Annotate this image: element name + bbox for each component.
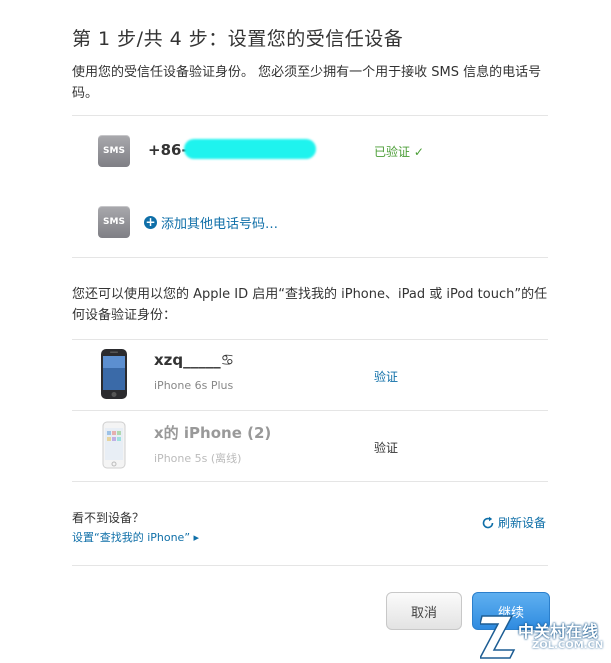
check-icon: ✓ [413, 145, 424, 159]
device-name: x的 iPhone (2) [154, 424, 272, 442]
iphone-icon [102, 421, 126, 469]
intro-text: 使用您的受信任设备验证身份。 您必须至少拥有一个用于接收 SMS 信息的电话号码… [72, 65, 542, 101]
iphone-icon [101, 349, 127, 399]
page-title: 第 1 步/共 4 步：设置您的受信任设备 [72, 28, 404, 50]
watermark-subtext: ZOL.COM.CN [532, 640, 604, 651]
refresh-icon [482, 516, 494, 528]
watermark-text: 中关村在线 [518, 622, 599, 641]
refresh-devices-link[interactable]: 刷新设备 [481, 514, 546, 531]
cant-see-device-text: 看不到设备？ [72, 511, 145, 525]
redaction-mask [184, 139, 316, 159]
divider [72, 565, 548, 566]
cancel-button[interactable]: 取消 [386, 592, 462, 630]
divider [72, 339, 548, 340]
setup-find-my-iphone-link[interactable]: 设置“查找我的 iPhone” ▸ [72, 529, 199, 545]
device-name: xzq_____♋ [154, 351, 235, 369]
sms-icon: SMS [98, 135, 130, 167]
devices-intro-text: 您还可以使用以您的 Apple ID 启用“查找我的 iPhone、iPad 或… [72, 287, 548, 323]
device-model: iPhone 6s Plus [154, 379, 234, 392]
divider [72, 481, 548, 482]
verified-label: 已验证 [374, 145, 411, 159]
divider [72, 410, 548, 411]
device-model: iPhone 5s (离线) [154, 452, 242, 465]
phone-number: +86- [148, 141, 188, 159]
verify-device-link[interactable]: 验证 [374, 439, 398, 456]
divider [72, 257, 548, 258]
verify-device-link[interactable]: 验证 [374, 368, 398, 385]
refresh-label: 刷新设备 [498, 516, 547, 530]
plus-circle-icon: + [144, 215, 157, 229]
add-phone-label: 添加其他电话号码… [161, 217, 279, 232]
sms-icon: SMS [98, 206, 130, 238]
divider [72, 115, 548, 116]
verified-status: 已验证 ✓ [374, 143, 424, 160]
add-phone-link[interactable]: + 添加其他电话号码… [144, 213, 278, 232]
